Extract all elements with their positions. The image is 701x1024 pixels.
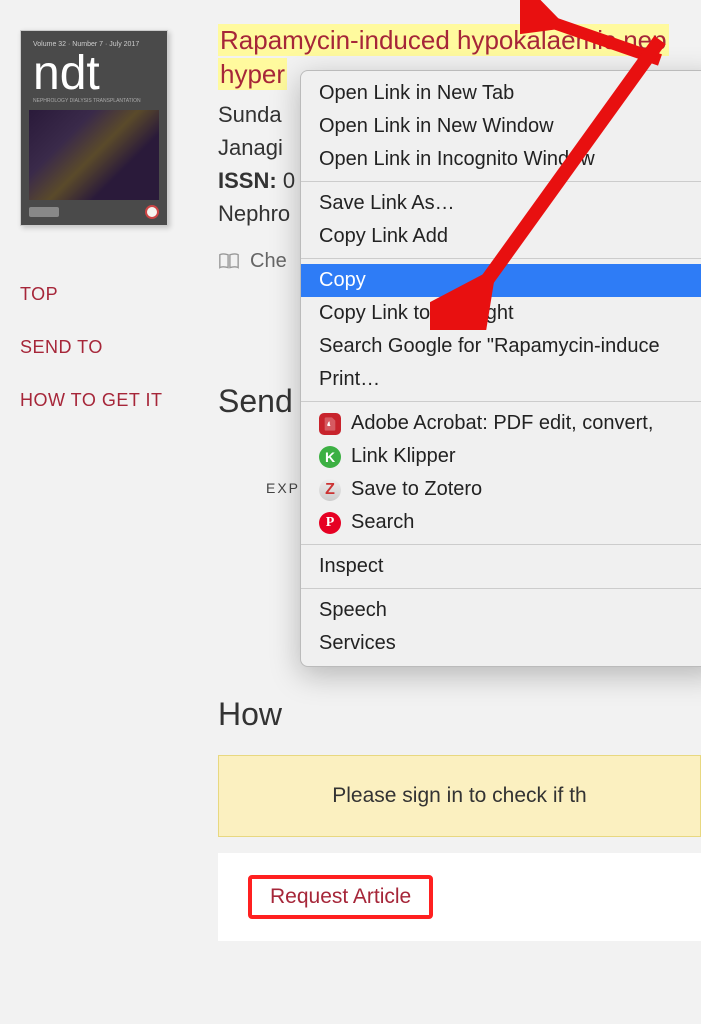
- title-line-2: hyper: [218, 58, 287, 90]
- title-line-1: Rapamycin-induced hypokalaemic nep: [218, 24, 669, 56]
- nav-how-to-get-it[interactable]: HOW TO GET IT: [20, 390, 190, 411]
- signin-text: Please sign in to check if th: [332, 784, 586, 807]
- pinterest-icon: P: [319, 512, 341, 534]
- menu-print[interactable]: Print…: [301, 363, 701, 396]
- menu-search-google[interactable]: Search Google for "Rapamycin-induce: [301, 330, 701, 363]
- menu-acrobat-label: Adobe Acrobat: PDF edit, convert,: [351, 412, 653, 435]
- menu-copy-link-address[interactable]: Copy Link Add: [301, 220, 701, 253]
- menu-copy-link-highlight[interactable]: Copy Link to Highlight: [301, 297, 701, 330]
- menu-inspect[interactable]: Inspect: [301, 550, 701, 583]
- menu-separator: [301, 258, 701, 259]
- menu-link-klipper[interactable]: K Link Klipper: [301, 440, 701, 473]
- issn-label: ISSN:: [218, 168, 277, 193]
- signin-banner: Please sign in to check if th: [218, 755, 701, 837]
- cover-seal-icon: [145, 205, 159, 219]
- menu-open-new-tab[interactable]: Open Link in New Tab: [301, 77, 701, 110]
- menu-copy[interactable]: Copy: [301, 264, 701, 297]
- issn-value: 0: [283, 168, 295, 193]
- zotero-icon: Z: [319, 479, 341, 501]
- book-icon: [218, 252, 240, 270]
- menu-open-new-window[interactable]: Open Link in New Window: [301, 110, 701, 143]
- menu-klipper-label: Link Klipper: [351, 445, 456, 468]
- request-panel: Request Article: [218, 853, 701, 941]
- menu-separator: [301, 181, 701, 182]
- check-label: Che: [250, 250, 287, 273]
- klipper-icon: K: [319, 446, 341, 468]
- menu-speech[interactable]: Speech: [301, 594, 701, 627]
- journal-cover: Volume 32 · Number 7 · July 2017 ndt NEP…: [20, 30, 168, 226]
- menu-save-zotero[interactable]: Z Save to Zotero: [301, 473, 701, 506]
- nav-send-to[interactable]: SEND TO: [20, 337, 190, 358]
- request-article-button[interactable]: Request Article: [248, 875, 433, 919]
- cover-image: [29, 110, 159, 200]
- cover-publisher-badge: [29, 207, 59, 217]
- menu-separator: [301, 544, 701, 545]
- pdf-icon: [319, 413, 341, 435]
- menu-services[interactable]: Services: [301, 627, 701, 660]
- menu-save-link-as[interactable]: Save Link As…: [301, 187, 701, 220]
- context-menu[interactable]: Open Link in New Tab Open Link in New Wi…: [300, 70, 701, 667]
- menu-pinterest-label: Search: [351, 511, 414, 534]
- how-to-get-it-heading: How: [218, 696, 701, 733]
- menu-pinterest-search[interactable]: P Search: [301, 506, 701, 539]
- menu-adobe-acrobat[interactable]: Adobe Acrobat: PDF edit, convert,: [301, 407, 701, 440]
- menu-separator: [301, 401, 701, 402]
- menu-open-incognito[interactable]: Open Link in Incognito Window: [301, 143, 701, 176]
- cover-logo: ndt: [29, 50, 159, 98]
- menu-zotero-label: Save to Zotero: [351, 478, 482, 501]
- menu-separator: [301, 588, 701, 589]
- cover-subtitle: NEPHROLOGY DIALYSIS TRANSPLANTATION: [29, 98, 159, 108]
- nav-top[interactable]: TOP: [20, 284, 190, 305]
- side-nav: TOP SEND TO HOW TO GET IT: [20, 284, 190, 411]
